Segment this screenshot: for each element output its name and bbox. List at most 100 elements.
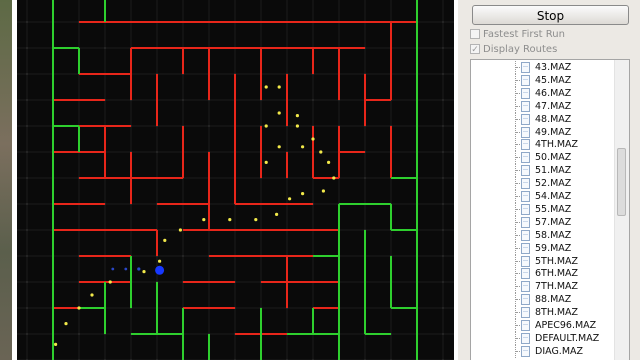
file-item[interactable]: 47.MAZ — [471, 99, 617, 113]
file-icon — [521, 307, 530, 319]
file-icon — [521, 139, 530, 151]
scrollbar-thumb[interactable] — [617, 148, 626, 216]
robot-trail-dot — [137, 267, 141, 271]
file-name: 46.MAZ — [535, 87, 572, 99]
file-name: 4TH.MAZ — [535, 139, 579, 151]
route-dot — [277, 85, 281, 89]
checkbox-box[interactable] — [470, 29, 480, 39]
file-item[interactable]: 51.MAZ — [471, 164, 617, 178]
route-dot — [158, 259, 162, 263]
file-item[interactable]: 7TH.MAZ — [471, 280, 617, 294]
file-item[interactable]: 8TH.MAZ — [471, 306, 617, 320]
file-name: DEFAULT.MAZ — [535, 332, 600, 344]
file-item[interactable]: DEFAULT.MAZ — [471, 331, 617, 345]
route-dot — [327, 160, 331, 164]
file-icon — [521, 74, 530, 86]
file-icon — [521, 165, 530, 177]
route-dots — [54, 85, 336, 346]
vertical-scrollbar[interactable] — [614, 60, 629, 360]
file-icon — [521, 332, 530, 344]
file-item[interactable]: 43.MAZ — [471, 61, 617, 74]
route-dot — [228, 218, 232, 222]
route-dot — [321, 189, 325, 193]
route-dot — [54, 342, 58, 346]
file-icon — [521, 229, 530, 241]
file-item[interactable]: APEC96.MAZ — [471, 319, 617, 332]
file-name: 49.MAZ — [535, 126, 572, 138]
file-item[interactable]: 59.MAZ — [471, 241, 617, 255]
file-name: 51.MAZ — [535, 165, 572, 177]
route-dot — [301, 145, 305, 149]
stop-button[interactable]: Stop — [472, 5, 629, 25]
fastest-first-run-label: Fastest First Run — [483, 28, 565, 40]
file-name: 43.MAZ — [535, 62, 572, 73]
file-icon — [521, 242, 530, 254]
file-name: 47.MAZ — [535, 100, 572, 112]
route-dot — [163, 238, 167, 242]
file-icon — [521, 100, 530, 112]
file-icon — [521, 152, 530, 164]
route-dot — [311, 137, 315, 141]
file-icon — [521, 255, 530, 267]
file-item[interactable]: 58.MAZ — [471, 228, 617, 242]
route-dot — [254, 218, 258, 222]
route-dot — [275, 212, 279, 216]
file-item[interactable]: 49.MAZ — [471, 125, 617, 139]
file-name: 6TH.MAZ — [535, 268, 579, 280]
desktop-background — [0, 0, 12, 360]
robot-icon — [155, 265, 165, 275]
file-icon — [521, 216, 530, 228]
file-name: 57.MAZ — [535, 216, 572, 228]
route-dot — [277, 145, 281, 149]
file-icon — [521, 87, 530, 99]
file-icon — [521, 345, 530, 357]
checkmark-icon[interactable]: ✓ — [470, 44, 480, 55]
file-item[interactable]: 52.MAZ — [471, 177, 617, 191]
file-name: DIAG.MAZ — [535, 345, 584, 357]
file-item[interactable]: 48.MAZ — [471, 112, 617, 126]
file-name: 52.MAZ — [535, 178, 572, 190]
file-name: 59.MAZ — [535, 242, 572, 254]
file-icon — [521, 191, 530, 202]
file-item[interactable]: 46.MAZ — [471, 86, 617, 100]
file-icon — [521, 281, 530, 293]
file-icon — [521, 203, 530, 215]
file-icon — [521, 126, 530, 138]
file-name: 50.MAZ — [535, 152, 572, 164]
file-item[interactable]: 45.MAZ — [471, 73, 617, 87]
maze-canvas — [17, 0, 454, 360]
file-item[interactable]: 54.MAZ — [471, 190, 617, 203]
file-item[interactable]: 57.MAZ — [471, 215, 617, 229]
route-dot — [178, 228, 182, 232]
file-icon — [521, 320, 530, 331]
file-item[interactable]: DIAG.MAZ — [471, 344, 617, 358]
maze-file-list[interactable]: 43.MAZ 45.MAZ 46.MAZ 47.MAZ 48.MAZ 49.MAZ 4TH.… — [470, 59, 630, 360]
file-item[interactable]: 50.MAZ — [471, 151, 617, 165]
route-dot — [202, 218, 206, 222]
route-dot — [64, 322, 68, 326]
file-icon — [521, 178, 530, 190]
route-dot — [319, 150, 323, 154]
maze-view — [17, 0, 454, 360]
route-dot — [264, 85, 268, 89]
file-icon — [521, 113, 530, 125]
route-dot — [277, 111, 281, 115]
file-icon — [521, 294, 530, 306]
file-name: 5TH.MAZ — [535, 255, 579, 267]
display-routes-checkbox[interactable]: ✓ Display Routes — [470, 42, 557, 56]
file-name: 45.MAZ — [535, 74, 572, 86]
robot-trail-dot — [111, 267, 115, 271]
file-item[interactable]: 4TH.MAZ — [471, 138, 617, 152]
file-icon — [521, 268, 530, 280]
file-item[interactable]: 88.MAZ — [471, 293, 617, 307]
file-name: 48.MAZ — [535, 113, 572, 125]
file-name: 54.MAZ — [535, 191, 572, 202]
route-dot — [264, 160, 268, 164]
display-routes-label: Display Routes — [483, 43, 558, 55]
route-dot — [332, 176, 336, 180]
file-item[interactable]: 6TH.MAZ — [471, 267, 617, 281]
file-item[interactable]: 55.MAZ — [471, 202, 617, 216]
route-dot — [295, 114, 299, 118]
file-item[interactable]: 5TH.MAZ — [471, 254, 617, 268]
fastest-first-run-checkbox[interactable]: Fastest First Run — [470, 27, 565, 41]
